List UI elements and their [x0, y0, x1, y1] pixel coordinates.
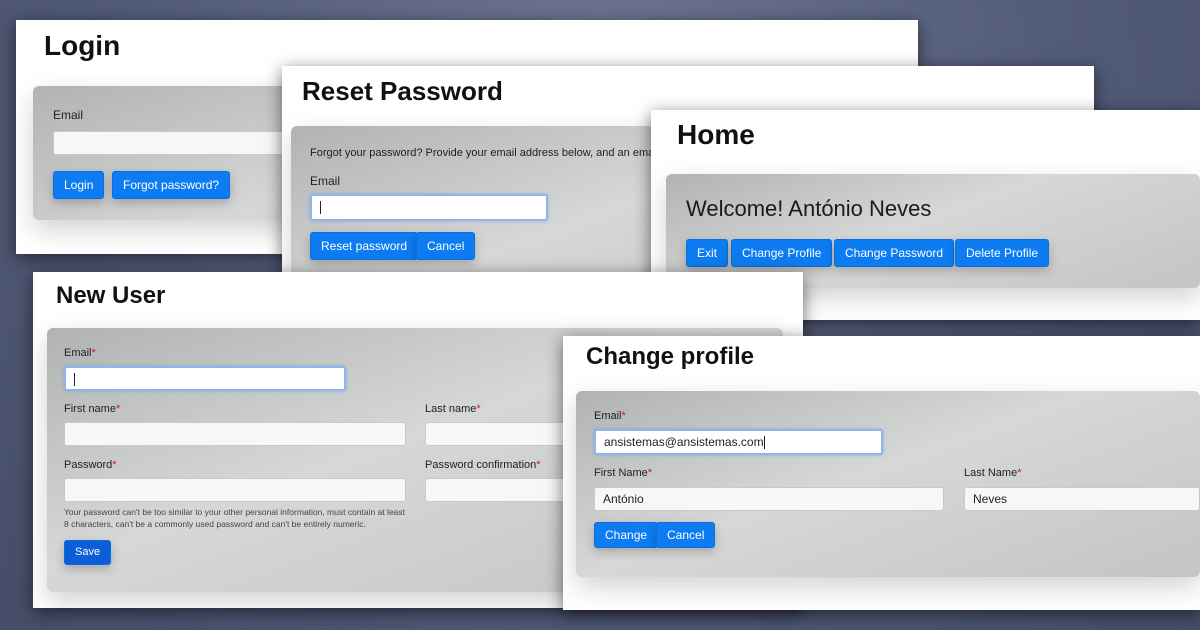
- text-caret: [320, 201, 321, 215]
- login-button[interactable]: Login: [53, 171, 105, 199]
- new-user-email-input[interactable]: [64, 366, 346, 391]
- home-title: Home: [677, 119, 755, 150]
- change-email-input[interactable]: ansistemas@ansistemas.com: [594, 429, 883, 455]
- change-profile-button[interactable]: Change Profile: [731, 239, 833, 267]
- login-title: Login: [44, 30, 121, 61]
- change-first-name-input[interactable]: António: [594, 487, 944, 511]
- password-help-line-2: 8 characters, can't be a commonly used p…: [64, 519, 366, 529]
- required-mark: *: [91, 347, 96, 359]
- change-email-label: Email*: [594, 410, 626, 422]
- new-user-email-label: Email*: [64, 347, 96, 359]
- change-profile-window: Change profile Email* ansistemas@ansiste…: [563, 336, 1200, 610]
- reset-cancel-button[interactable]: Cancel: [416, 232, 476, 260]
- first-name-input[interactable]: [64, 422, 406, 446]
- reset-password-title: Reset Password: [302, 76, 503, 106]
- reset-password-description: Forgot your password? Provide your email…: [310, 147, 655, 159]
- welcome-message: Welcome! António Neves: [686, 196, 932, 221]
- change-profile-title: Change profile: [586, 343, 755, 370]
- change-last-name-input[interactable]: Neves: [964, 487, 1200, 511]
- forgot-password-button[interactable]: Forgot password?: [112, 171, 231, 199]
- home-panel: Welcome! António Neves Exit Change Profi…: [666, 174, 1200, 288]
- first-name-label: First name*: [64, 403, 121, 415]
- required-mark: *: [536, 459, 541, 471]
- change-profile-panel: Email* ansistemas@ansistemas.com First N…: [576, 391, 1200, 577]
- exit-button[interactable]: Exit: [686, 239, 729, 267]
- required-mark: *: [115, 403, 121, 415]
- delete-profile-button[interactable]: Delete Profile: [955, 239, 1050, 267]
- change-last-name-label: Last Name*: [964, 467, 1022, 479]
- login-email-label: Email: [53, 108, 84, 122]
- save-button[interactable]: Save: [64, 540, 112, 565]
- change-email-value: ansistemas@ansistemas.com: [604, 435, 764, 449]
- reset-email-input[interactable]: [310, 194, 548, 221]
- required-mark: *: [112, 459, 117, 471]
- change-button[interactable]: Change: [594, 522, 659, 548]
- text-caret: [763, 436, 765, 450]
- change-first-name-label: First Name*: [594, 467, 653, 479]
- password-help-line-1: Your password can't be too similar to yo…: [64, 507, 406, 517]
- password-help-text: Your password can't be too similar to yo…: [64, 506, 414, 530]
- last-name-label: Last name*: [425, 403, 481, 415]
- text-caret: [74, 373, 75, 387]
- change-cancel-button[interactable]: Cancel: [656, 522, 716, 548]
- required-mark: *: [647, 467, 653, 479]
- password-confirmation-label: Password confirmation*: [425, 459, 541, 471]
- required-mark: *: [621, 410, 626, 422]
- required-mark: *: [1017, 467, 1022, 479]
- new-user-title: New User: [56, 282, 166, 309]
- password-input[interactable]: [64, 478, 406, 502]
- required-mark: *: [476, 403, 481, 415]
- password-label: Password*: [64, 459, 117, 471]
- reset-email-label: Email: [310, 174, 341, 188]
- change-password-button[interactable]: Change Password: [834, 239, 955, 267]
- reset-password-button[interactable]: Reset password: [310, 232, 419, 260]
